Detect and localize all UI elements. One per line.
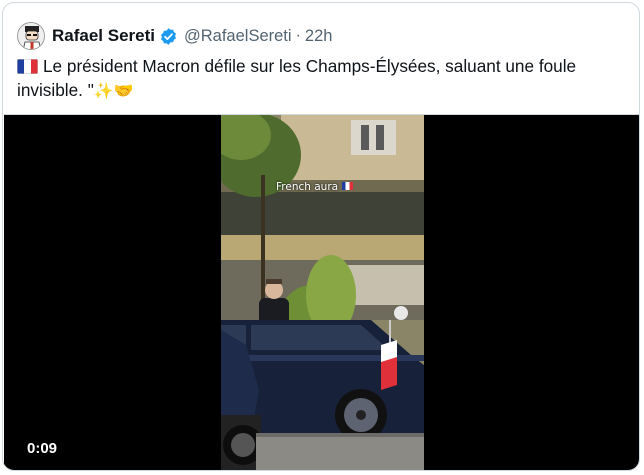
video-caption: French aura	[276, 181, 354, 193]
video-timestamp: 0:09	[27, 440, 58, 457]
author-name[interactable]: Rafael Sereti	[52, 26, 155, 46]
tweet-header: Rafael Sereti @RafaelSereti · 22h	[17, 21, 332, 51]
avatar[interactable]	[17, 22, 45, 50]
video-player[interactable]: French aura 0:09	[4, 114, 639, 470]
video-frame: French aura	[221, 115, 424, 470]
handshake-emoji: 🤝	[113, 81, 134, 100]
tweet-text: Le président Macron défile sur les Champ…	[17, 54, 627, 103]
video-caption-text: French aura	[276, 181, 339, 193]
avatar-illustration-icon	[18, 23, 44, 49]
separator-dot: ·	[295, 27, 301, 44]
france-flag-icon	[17, 59, 38, 74]
verified-badge-icon	[161, 27, 176, 45]
france-flag-icon	[342, 182, 354, 190]
tweet-card[interactable]: Rafael Sereti @RafaelSereti · 22h Le pré…	[2, 2, 640, 471]
tweet-time[interactable]: 22h	[305, 27, 333, 46]
video-frame-image	[221, 115, 424, 470]
author-handle[interactable]: @RafaelSereti	[184, 27, 292, 46]
sparkles-emoji: ✨	[93, 81, 114, 100]
